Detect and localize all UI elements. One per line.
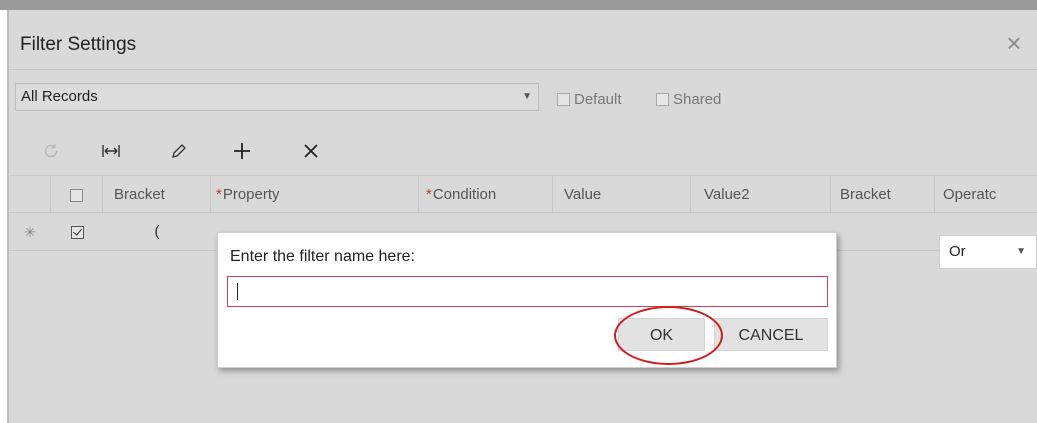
- header-bracket[interactable]: Bracket: [103, 176, 211, 214]
- default-checkbox-label: Default: [574, 90, 622, 108]
- top-border: [0, 0, 1037, 10]
- required-mark: *: [216, 186, 222, 203]
- default-checkbox[interactable]: Default: [557, 88, 622, 110]
- panel-title: Filter Settings: [20, 34, 137, 55]
- header-row-marker: [9, 176, 51, 214]
- filter-name-input[interactable]: [227, 276, 828, 307]
- header-operator-label: Operatc: [943, 186, 997, 203]
- operator-select-value: Or: [949, 243, 966, 260]
- shared-checkbox-box[interactable]: [656, 92, 669, 106]
- shared-checkbox[interactable]: Shared: [656, 88, 721, 110]
- row-checkbox-cell[interactable]: [51, 213, 103, 251]
- header-bracket2-label: Bracket: [840, 186, 891, 203]
- ok-button[interactable]: OK: [618, 318, 705, 351]
- chevron-down-icon: ▼: [522, 91, 532, 102]
- header-value-label: Value: [564, 186, 602, 203]
- filter-name-dialog: Enter the filter name here: OK CANCEL: [217, 232, 837, 368]
- panel-header: Filter Settings ×: [9, 10, 1037, 70]
- operator-select[interactable]: Or ▼: [939, 235, 1037, 269]
- dialog-prompt-label: Enter the filter name here:: [230, 248, 415, 265]
- shared-checkbox-label: Shared: [673, 90, 722, 108]
- header-value2[interactable]: Value2: [691, 176, 831, 214]
- header-bracket2[interactable]: Bracket: [831, 176, 935, 214]
- cancel-button[interactable]: CANCEL: [714, 318, 828, 351]
- header-property-label: Property: [222, 186, 280, 203]
- filter-select-value: All Records: [21, 88, 98, 105]
- header-condition[interactable]: *Condition: [419, 176, 553, 214]
- new-row-icon: ✳: [24, 224, 36, 240]
- header-value[interactable]: Value: [553, 176, 691, 214]
- close-icon[interactable]: ×: [1003, 30, 1025, 56]
- header-bracket-label: Bracket: [114, 186, 165, 203]
- row-open-bracket[interactable]: (: [103, 213, 211, 251]
- default-checkbox-box[interactable]: [557, 92, 570, 106]
- select-all-checkbox[interactable]: [70, 188, 83, 202]
- pencil-icon[interactable]: [164, 136, 194, 166]
- row-checkbox[interactable]: [70, 225, 84, 239]
- filter-select[interactable]: All Records ▼: [15, 83, 539, 111]
- header-value2-label: Value2: [704, 186, 750, 203]
- grid-header: Bracket *Property *Condition Value Value…: [9, 175, 1037, 214]
- header-select-all[interactable]: [51, 176, 103, 214]
- header-condition-label: Condition: [432, 186, 497, 203]
- required-mark: *: [426, 186, 432, 203]
- header-operator[interactable]: Operatc: [935, 176, 1037, 214]
- text-cursor: [237, 283, 238, 300]
- plus-icon[interactable]: [227, 136, 257, 166]
- delete-icon[interactable]: [296, 136, 326, 166]
- refresh-icon[interactable]: [36, 136, 66, 166]
- header-property[interactable]: *Property: [211, 176, 419, 214]
- chevron-down-icon: ▼: [1016, 246, 1026, 257]
- fit-columns-icon[interactable]: [96, 136, 126, 166]
